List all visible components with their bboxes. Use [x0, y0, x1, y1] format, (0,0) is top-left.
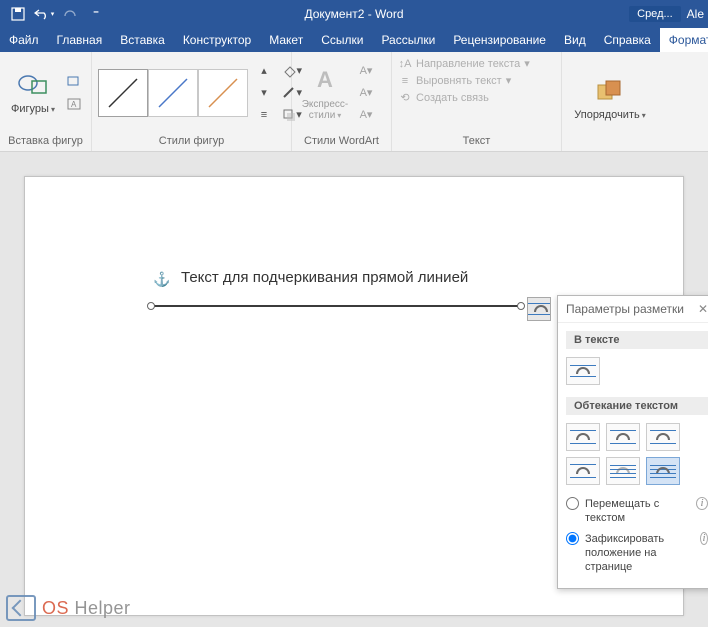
- undo-icon[interactable]: ▾: [32, 2, 56, 26]
- ribbon: Фигуры A Вставка фигур ▴ ▾ ≡ ▾ ▾: [0, 52, 708, 152]
- section-wrap-label: Обтекание текстом: [566, 397, 708, 415]
- group-text: ↕AНаправление текста ▾ ≡Выровнять текст …: [392, 52, 562, 151]
- style-option-1[interactable]: [98, 69, 148, 117]
- edit-shape-icon[interactable]: [64, 73, 84, 91]
- line-shape[interactable]: [151, 305, 521, 307]
- wrap-inline[interactable]: [566, 357, 600, 385]
- align-text-icon: ≡: [398, 75, 412, 87]
- wrap-behind[interactable]: [606, 457, 640, 485]
- close-icon[interactable]: ✕: [698, 302, 708, 316]
- radio-move-with-text[interactable]: Перемещать с текстомi: [566, 497, 708, 526]
- layout-options-button[interactable]: [527, 297, 551, 321]
- tab-references[interactable]: Ссылки: [312, 28, 372, 52]
- text-fill-icon: A▾: [356, 62, 376, 80]
- group-insert-shapes: Фигуры A Вставка фигур: [0, 52, 92, 151]
- wrap-through[interactable]: [646, 423, 680, 451]
- info-icon[interactable]: i: [700, 532, 708, 545]
- popup-title: Параметры разметки: [566, 302, 684, 316]
- resize-handle-left[interactable]: [147, 302, 155, 310]
- group-label: [562, 145, 708, 151]
- title-bar: ▾ ⁼ Документ2 - Word Сред... Ale: [0, 0, 708, 28]
- text-direction-button: ↕AНаправление текста ▾: [398, 56, 530, 71]
- tab-design[interactable]: Конструктор: [174, 28, 260, 52]
- arrange-icon: [594, 75, 626, 107]
- tab-file[interactable]: Файл: [0, 28, 48, 52]
- arrange-button[interactable]: Упорядочить: [568, 66, 652, 132]
- tab-layout[interactable]: Макет: [260, 28, 312, 52]
- ribbon-tabs: Файл Главная Вставка Конструктор Макет С…: [0, 28, 708, 52]
- quick-styles-button: A Экспресс-стили: [298, 60, 352, 126]
- save-icon[interactable]: [6, 2, 30, 26]
- watermark-brand-2: Helper: [75, 598, 131, 618]
- text-box-icon[interactable]: A: [64, 95, 84, 113]
- tab-format[interactable]: Формат: [660, 28, 708, 52]
- qat-customize-icon[interactable]: ⁼: [84, 2, 108, 26]
- gallery-more-icon[interactable]: ≡: [254, 106, 274, 124]
- layout-options-popup: Параметры разметки ✕ В тексте Обтекание …: [557, 295, 708, 589]
- style-option-3[interactable]: [198, 69, 248, 117]
- group-label: Стили WordArt: [292, 133, 391, 151]
- shape-style-gallery[interactable]: [98, 69, 248, 117]
- tab-help[interactable]: Справка: [595, 28, 660, 52]
- wrap-front[interactable]: [646, 457, 680, 485]
- create-link-button: ⟲Создать связь: [398, 90, 489, 105]
- document-page[interactable]: ⚓ Текст для подчеркивания прямой линией …: [24, 176, 684, 616]
- shapes-icon: [17, 69, 49, 101]
- document-area[interactable]: ⚓ Текст для подчеркивания прямой линией …: [0, 152, 708, 627]
- contextual-tools-label: Сред...: [629, 6, 681, 22]
- group-label: Текст: [392, 133, 561, 151]
- watermark: OS Helper: [6, 595, 131, 621]
- style-option-2[interactable]: [148, 69, 198, 117]
- user-name[interactable]: Ale: [687, 7, 704, 21]
- cursor-icon: [6, 595, 36, 621]
- text-effects-icon: A▾: [356, 106, 376, 124]
- tab-insert[interactable]: Вставка: [111, 28, 174, 52]
- group-label: Стили фигур: [92, 133, 291, 151]
- anchor-icon[interactable]: ⚓: [153, 271, 170, 288]
- group-shape-styles: ▴ ▾ ≡ ▾ ▾ ▾ Стили фигур: [92, 52, 292, 151]
- gallery-up-icon[interactable]: ▴: [254, 62, 274, 80]
- gallery-down-icon[interactable]: ▾: [254, 84, 274, 102]
- svg-text:A: A: [71, 100, 77, 109]
- quick-access-toolbar: ▾ ⁼: [0, 2, 114, 26]
- link-icon: ⟲: [398, 91, 412, 104]
- window-title: Документ2 - Word: [304, 7, 403, 21]
- group-label: Вставка фигур: [0, 133, 91, 151]
- info-icon[interactable]: i: [696, 497, 708, 510]
- section-inline-label: В тексте: [566, 331, 708, 349]
- shapes-button[interactable]: Фигуры: [6, 60, 60, 126]
- group-arrange: Упорядочить: [562, 52, 708, 151]
- wrap-topbottom[interactable]: [566, 457, 600, 485]
- redo-icon[interactable]: [58, 2, 82, 26]
- tab-mailings[interactable]: Рассылки: [372, 28, 444, 52]
- resize-handle-right[interactable]: [517, 302, 525, 310]
- group-wordart-styles: A Экспресс-стили A▾ A▾ A▾ Стили WordArt: [292, 52, 392, 151]
- document-text[interactable]: Текст для подчеркивания прямой линией: [181, 269, 468, 286]
- align-text-button: ≡Выровнять текст ▾: [398, 73, 511, 88]
- text-outline-icon: A▾: [356, 84, 376, 102]
- text-direction-icon: ↕A: [398, 58, 412, 70]
- radio-fix-position[interactable]: Зафиксировать положение на страницеi: [566, 532, 708, 575]
- tab-home[interactable]: Главная: [48, 28, 112, 52]
- tab-review[interactable]: Рецензирование: [444, 28, 555, 52]
- letter-a-icon: A: [309, 65, 341, 97]
- wrap-tight[interactable]: [606, 423, 640, 451]
- watermark-brand-1: OS: [42, 598, 69, 618]
- tab-view[interactable]: Вид: [555, 28, 595, 52]
- wrap-square[interactable]: [566, 423, 600, 451]
